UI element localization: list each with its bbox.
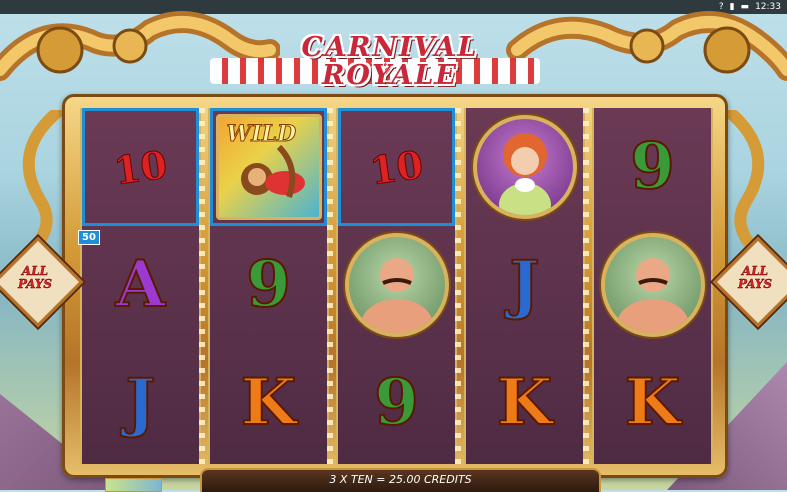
payline-badge: 50 bbox=[78, 230, 100, 245]
symbol-ten: 10 bbox=[338, 108, 455, 226]
symbol-strongman bbox=[594, 226, 711, 344]
win-message-bar: 3 X TEN = 25.00 CREDITS bbox=[200, 468, 601, 492]
reel-3: 10 9 bbox=[336, 108, 457, 464]
symbol-king: K bbox=[496, 365, 554, 440]
strongman-icon bbox=[600, 233, 705, 337]
game-logo: CARNIVAL ROYALE bbox=[250, 34, 530, 90]
lady-icon bbox=[472, 115, 577, 219]
symbol-jack: J bbox=[124, 365, 156, 440]
bulb-column bbox=[583, 108, 589, 464]
reel-2: WILD 9 K bbox=[208, 108, 329, 464]
symbol-ten: 10 bbox=[82, 108, 199, 226]
wild-monkey-icon: WILD bbox=[215, 114, 322, 220]
symbol-nine: 9 bbox=[373, 365, 420, 440]
title-line-1: CARNIVAL bbox=[301, 32, 479, 63]
monkey-icon bbox=[240, 144, 305, 198]
all-pays-line-2: PAYS bbox=[17, 277, 53, 291]
symbol-wild-monkey: WILD bbox=[210, 108, 327, 226]
symbol-king: K bbox=[624, 365, 682, 440]
symbol-nine: 9 bbox=[245, 247, 292, 322]
all-pays-line-2: PAYS bbox=[737, 277, 773, 291]
bulb-column bbox=[455, 108, 461, 464]
title-line-2: ROYALE bbox=[321, 60, 459, 91]
bulb-column bbox=[327, 108, 333, 464]
reel-5: 9 K bbox=[592, 108, 713, 464]
strongman-icon bbox=[344, 233, 449, 337]
symbol-king: K bbox=[240, 365, 298, 440]
symbol-jack: J bbox=[508, 247, 540, 322]
symbol-nine: 9 bbox=[629, 129, 676, 204]
reel-1: 10 A J bbox=[80, 108, 201, 464]
bulb-column bbox=[199, 108, 205, 464]
reel-grid: 10 A J WILD 9 K 10 9 J K 9 K bbox=[78, 108, 714, 464]
reel-4: J K bbox=[464, 108, 585, 464]
symbol-lady bbox=[466, 108, 583, 226]
all-pays-badge-right: ALL PAYS bbox=[712, 236, 787, 328]
symbol-strongman bbox=[338, 226, 455, 344]
all-pays-badge-left: ALL PAYS bbox=[0, 236, 84, 328]
